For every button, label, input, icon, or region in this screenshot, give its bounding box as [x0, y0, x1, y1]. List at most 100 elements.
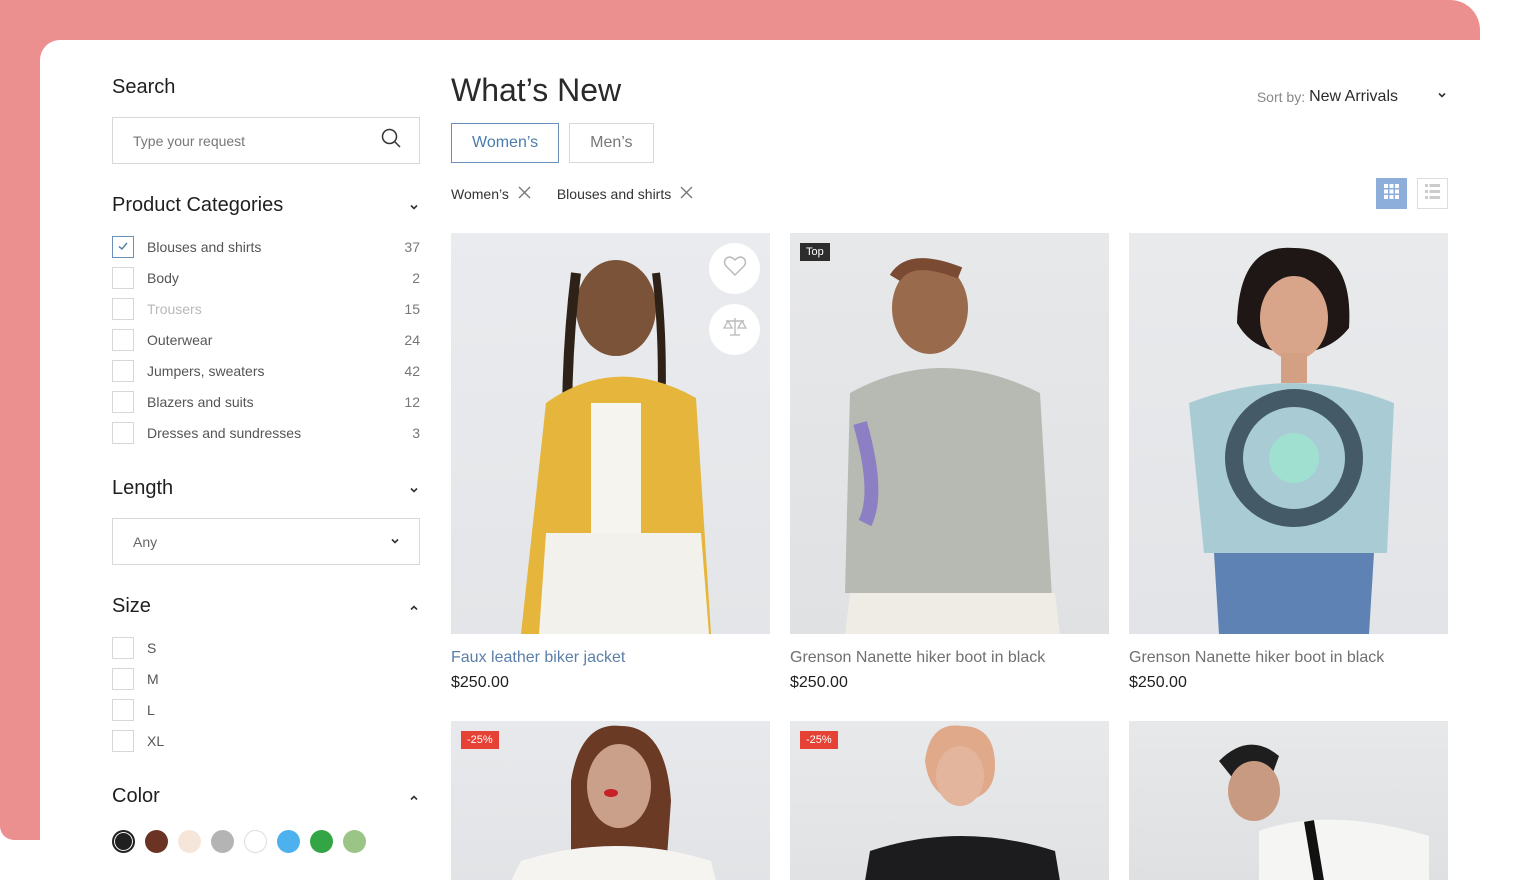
product-image[interactable] — [1129, 233, 1448, 634]
product-image[interactable] — [451, 233, 770, 634]
product-image[interactable]: -25% — [451, 721, 770, 880]
grid-view-button[interactable] — [1376, 178, 1407, 209]
sort-label: Sort by: — [1256, 89, 1306, 105]
color-swatch[interactable] — [178, 830, 201, 853]
size-checkbox[interactable] — [112, 729, 134, 752]
size-option[interactable]: M — [112, 663, 420, 694]
product-card[interactable]: -25% — [790, 721, 1109, 880]
product-name[interactable]: Grenson Nanette hiker boot in black — [1129, 649, 1448, 667]
check-icon — [117, 239, 129, 255]
chevron-up-icon[interactable] — [408, 601, 420, 613]
close-icon[interactable] — [518, 186, 531, 202]
heart-icon — [723, 255, 747, 282]
sort-value: New Arrivals — [1309, 88, 1398, 105]
category-item[interactable]: Body 2 — [112, 262, 420, 293]
category-checkbox[interactable] — [112, 328, 134, 351]
product-name[interactable]: Grenson Nanette hiker boot in black — [790, 649, 1109, 667]
color-swatch[interactable] — [244, 830, 267, 853]
discount-badge: -25% — [461, 731, 499, 749]
chevron-down-icon — [389, 534, 401, 550]
length-header[interactable]: Length — [112, 477, 420, 500]
category-item[interactable]: Blouses and shirts 37 — [112, 231, 420, 262]
size-header[interactable]: Size — [112, 595, 420, 618]
scales-icon — [722, 317, 747, 342]
view-toggle — [1376, 178, 1448, 209]
category-item[interactable]: Trousers 15 — [112, 293, 420, 324]
category-item[interactable]: Outerwear 24 — [112, 324, 420, 355]
product-card[interactable]: Grenson Nanette hiker boot in black $250.… — [1129, 233, 1448, 692]
product-image[interactable] — [1129, 721, 1448, 880]
size-option[interactable]: S — [112, 632, 420, 663]
product-card[interactable]: -25% — [451, 721, 770, 880]
page-title: What’s New — [451, 72, 622, 108]
category-item[interactable]: Dresses and sundresses 3 — [112, 417, 420, 448]
category-label: Blazers and suits — [147, 393, 254, 410]
color-header[interactable]: Color — [112, 785, 420, 808]
product-card[interactable]: Top Grenson Nanette hiker boot in black $2… — [790, 233, 1109, 692]
product-image[interactable]: Top — [790, 233, 1109, 634]
product-name[interactable]: Faux leather biker jacket — [451, 649, 770, 667]
filter-chip: Blouses and shirts — [557, 186, 693, 202]
gender-tabs: Women’s Men’s — [451, 123, 654, 163]
top-badge: Top — [800, 243, 830, 261]
category-checkbox[interactable] — [112, 359, 134, 382]
filter-chip-label: Women’s — [451, 186, 509, 202]
color-swatch[interactable] — [211, 830, 234, 853]
product-card[interactable]: Faux leather biker jacket $250.00 — [451, 233, 770, 692]
category-label: Dresses and sundresses — [147, 424, 302, 441]
size-checkbox[interactable] — [112, 636, 134, 659]
category-item[interactable]: Blazers and suits 12 — [112, 386, 420, 417]
tab-womens[interactable]: Women’s — [451, 123, 560, 163]
category-count: 15 — [404, 300, 420, 317]
size-list: S M L XL — [112, 632, 420, 756]
wishlist-button[interactable] — [709, 243, 760, 294]
sort-dropdown[interactable]: Sort by: New Arrivals — [1257, 88, 1448, 106]
color-title: Color — [112, 785, 160, 807]
size-checkbox[interactable] — [112, 667, 134, 690]
product-price: $250.00 — [1129, 674, 1187, 691]
page-card: Search Product Categories Blouses and sh… — [40, 40, 1520, 880]
main-content: What’s New Sort by: New Arrivals Women’s… — [451, 40, 1448, 880]
category-item[interactable]: Jumpers, sweaters 42 — [112, 355, 420, 386]
length-select[interactable]: Any — [112, 518, 420, 565]
chevron-down-icon[interactable] — [408, 483, 420, 495]
color-swatch[interactable] — [277, 830, 300, 853]
color-swatch[interactable] — [112, 830, 135, 853]
color-swatch[interactable] — [343, 830, 366, 853]
color-swatch[interactable] — [310, 830, 333, 853]
category-list: Blouses and shirts 37 Body 2 Trousers 15 Outer… — [112, 231, 420, 448]
color-swatch[interactable] — [145, 830, 168, 853]
size-option[interactable]: XL — [112, 725, 420, 756]
category-checkbox[interactable] — [112, 266, 134, 289]
tab-mens[interactable]: Men’s — [569, 123, 654, 163]
size-option[interactable]: L — [112, 694, 420, 725]
category-checkbox[interactable] — [112, 297, 134, 320]
product-image[interactable]: -25% — [790, 721, 1109, 880]
grid-icon — [1384, 183, 1399, 204]
active-filters: Women’s Blouses and shirts — [451, 186, 693, 202]
category-label: Blouses and shirts — [147, 238, 262, 255]
category-count: 24 — [404, 331, 420, 348]
size-label: M — [147, 670, 159, 687]
compare-button[interactable] — [709, 304, 760, 355]
list-view-button[interactable] — [1417, 178, 1448, 209]
product-price: $250.00 — [790, 674, 848, 691]
search-box[interactable] — [112, 117, 420, 164]
search-title: Search — [112, 76, 176, 98]
size-checkbox[interactable] — [112, 698, 134, 721]
chevron-down-icon[interactable] — [408, 200, 420, 212]
list-icon — [1425, 183, 1440, 204]
filter-chip: Women’s — [451, 186, 531, 202]
category-checkbox[interactable] — [112, 235, 134, 258]
category-count: 2 — [412, 269, 420, 286]
categories-header[interactable]: Product Categories — [112, 194, 420, 217]
chevron-up-icon[interactable] — [408, 791, 420, 803]
filter-chip-label: Blouses and shirts — [556, 186, 672, 202]
category-checkbox[interactable] — [112, 390, 134, 413]
category-checkbox[interactable] — [112, 421, 134, 444]
size-label: XL — [147, 732, 165, 749]
search-input[interactable] — [133, 132, 363, 149]
close-icon[interactable] — [680, 186, 693, 202]
search-icon[interactable] — [381, 128, 401, 153]
product-card[interactable] — [1129, 721, 1448, 880]
